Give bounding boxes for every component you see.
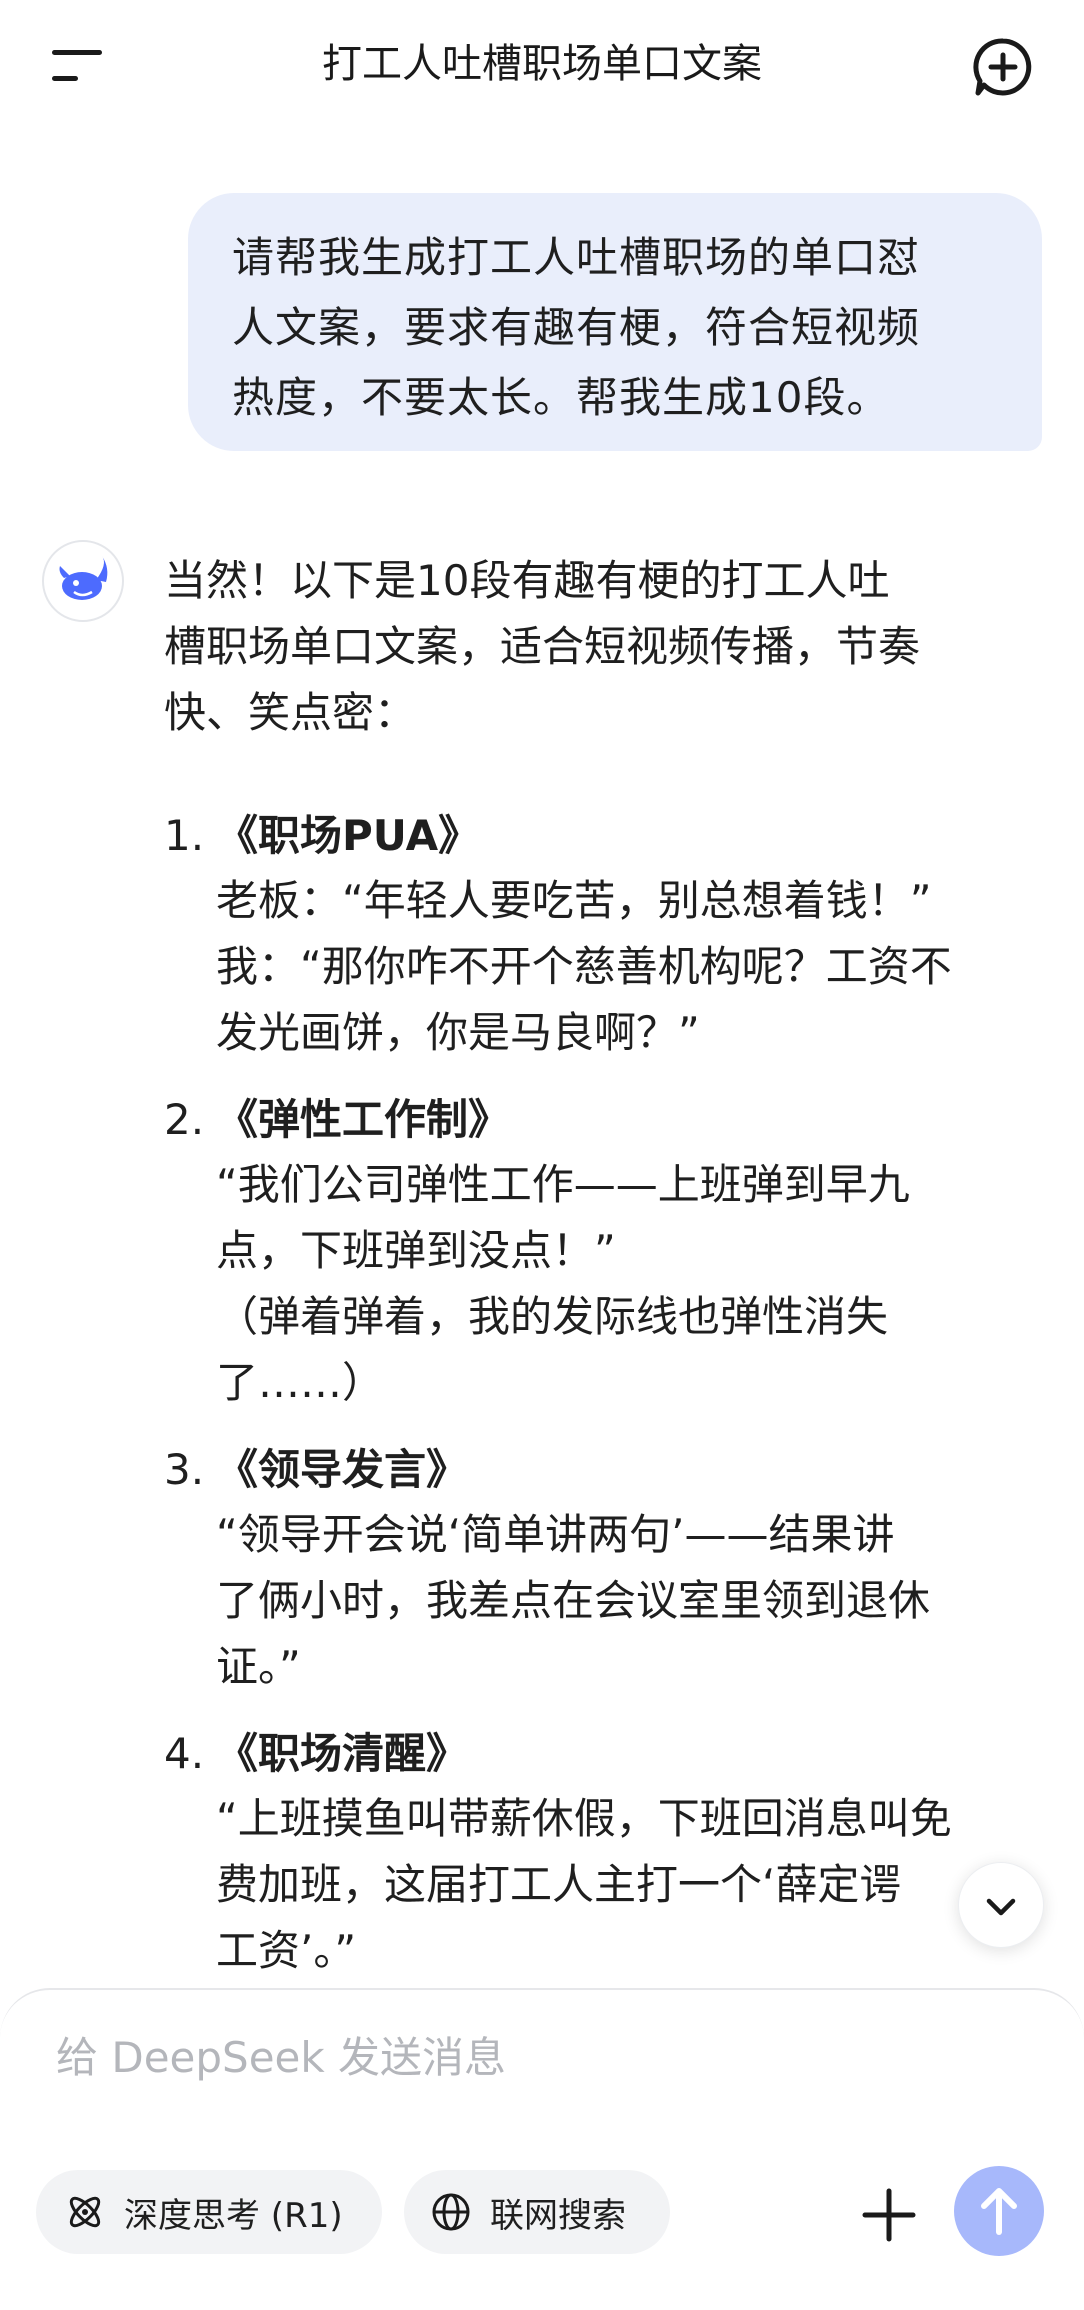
item-title: 《领导发言》 <box>216 1445 469 1494</box>
message-input[interactable]: 给 DeepSeek 发送消息 <box>56 2028 876 2088</box>
item-line: 老板：“年轻人要吃苦，别总想着钱！” <box>216 876 932 925</box>
scroll-down-button[interactable] <box>958 1862 1044 1948</box>
intro-line: 快、笑点密： <box>164 688 417 737</box>
user-message-line: 热度，不要太长。帮我生成10段。 <box>232 373 890 422</box>
item-line: 了……） <box>216 1358 385 1407</box>
deep-think-label: 深度思考 (R1) <box>124 2195 343 2236</box>
top-bar: 打工人吐槽职场单口文案 <box>0 0 1084 130</box>
list-item: 3. 《领导发言》 “领导开会说‘简单讲两句’——结果讲 了俩小时，我差点在会议… <box>164 1438 1044 1700</box>
item-line: 点，下班弹到没点！” <box>216 1226 616 1275</box>
user-message-line: 人文案，要求有趣有梗，符合短视频 <box>232 303 921 352</box>
add-attachment-button[interactable] <box>860 2186 918 2244</box>
user-message-bubble: 请帮我生成打工人吐槽职场的单口怼 人文案，要求有趣有梗，符合短视频 热度，不要太… <box>188 193 1042 451</box>
new-chat-icon[interactable] <box>972 36 1034 98</box>
globe-icon <box>432 2193 470 2231</box>
deepseek-whale-icon <box>42 540 124 622</box>
item-title: 《弹性工作制》 <box>216 1095 511 1144</box>
item-number: 4. <box>164 1729 205 1778</box>
item-line: （弹着弹着，我的发际线也弹性消失 <box>216 1292 889 1341</box>
item-line: 我：“那你咋不开个慈善机构呢？工资不 <box>216 942 952 991</box>
item-number: 3. <box>164 1445 205 1494</box>
message-composer: 给 DeepSeek 发送消息 深度思考 (R1) 联网搜索 <box>0 1988 1084 2310</box>
atom-icon <box>69 2196 101 2228</box>
item-line: 了俩小时，我差点在会议室里领到退休 <box>216 1576 931 1625</box>
item-line: 发光画饼，你是马良啊？” <box>216 1008 700 1057</box>
assistant-intro: 当然！以下是10段有趣有梗的打工人吐 槽职场单口文案，适合短视频传播，节奏 快、… <box>164 548 1044 746</box>
user-message-line: 请帮我生成打工人吐槽职场的单口怼 <box>232 233 921 282</box>
list-item: 2. 《弹性工作制》 “我们公司弹性工作——上班弹到早九 点，下班弹到没点！” … <box>164 1088 1044 1416</box>
send-button[interactable] <box>954 2166 1044 2256</box>
item-line: 工资’。” <box>216 1926 357 1975</box>
item-line: 证。” <box>216 1642 301 1691</box>
deep-think-toggle[interactable]: 深度思考 (R1) <box>36 2170 382 2254</box>
chevron-down-icon <box>986 1898 1016 1916</box>
plus-icon <box>862 2188 916 2242</box>
intro-line: 槽职场单口文案，适合短视频传播，节奏 <box>164 622 921 671</box>
item-line: “领导开会说‘简单讲两句’——结果讲 <box>216 1510 895 1559</box>
item-number: 2. <box>164 1095 205 1144</box>
item-number: 1. <box>164 811 205 860</box>
list-item: 4. 《职场清醒》 “上班摸鱼叫带薪休假，下班回消息叫免 费加班，这届打工人主打… <box>164 1722 1044 1984</box>
joke-list: 1. 《职场PUA》 老板：“年轻人要吃苦，别总想着钱！” 我：“那你咋不开个慈… <box>164 804 1044 1984</box>
item-title: 《职场PUA》 <box>216 811 481 860</box>
item-line: “我们公司弹性工作——上班弹到早九 <box>216 1160 910 1209</box>
arrow-up-icon <box>981 2188 1017 2235</box>
item-line: 费加班，这届打工人主打一个‘薛定谔 <box>216 1860 902 1909</box>
page-title: 打工人吐槽职场单口文案 <box>322 41 762 87</box>
web-search-toggle[interactable]: 联网搜索 <box>404 2170 670 2254</box>
item-line: “上班摸鱼叫带薪休假，下班回消息叫免 <box>216 1794 952 1843</box>
intro-line: 当然！以下是10段有趣有梗的打工人吐 <box>164 556 890 605</box>
item-title: 《职场清醒》 <box>216 1729 469 1778</box>
web-search-label: 联网搜索 <box>490 2195 626 2236</box>
list-item: 1. 《职场PUA》 老板：“年轻人要吃苦，别总想着钱！” 我：“那你咋不开个慈… <box>164 804 1044 1066</box>
assistant-message: 当然！以下是10段有趣有梗的打工人吐 槽职场单口文案，适合短视频传播，节奏 快、… <box>164 548 1044 2006</box>
